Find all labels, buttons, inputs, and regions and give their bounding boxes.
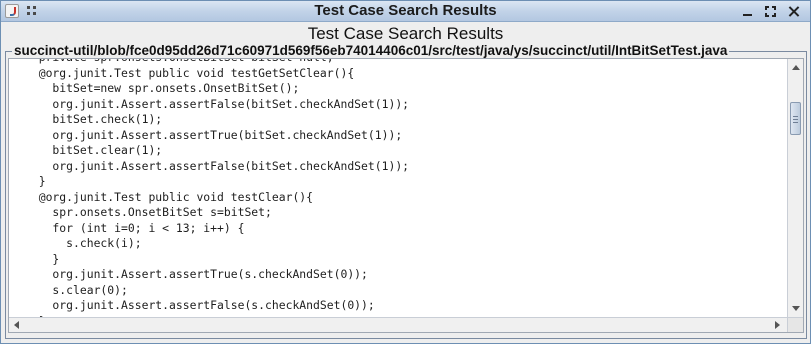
code-line: bitSet.check(1); bbox=[25, 112, 163, 126]
code-line: org.junit.Assert.assertFalse(bitSet.chec… bbox=[25, 96, 410, 111]
scroll-left-arrow-icon[interactable] bbox=[14, 321, 19, 329]
code-line: s.clear(0); bbox=[25, 282, 128, 297]
code-line: bitSet=new spr.onsets.OnsetBitSet(); bbox=[25, 81, 300, 95]
horizontal-scrollbar[interactable] bbox=[9, 317, 787, 332]
code-line: } bbox=[25, 251, 60, 266]
file-path-title: succinct-util/blob/fce0d95dd26d71c60971d… bbox=[12, 43, 730, 58]
code-line: org.junit.Assert.assertTrue(bitSet.check… bbox=[25, 127, 403, 142]
code-line: private spr.onsets.OnsetBitSet bitSet=nu… bbox=[9, 59, 787, 66]
scroll-down-arrow-icon[interactable] bbox=[792, 306, 800, 311]
close-icon[interactable] bbox=[787, 4, 802, 19]
minimize-icon[interactable] bbox=[740, 4, 755, 19]
vertical-scrollbar[interactable] bbox=[787, 59, 803, 317]
code-line: org.junit.Assert.assertFalse(s.checkAndS… bbox=[25, 298, 375, 312]
code-lines: private spr.onsets.OnsetBitSet bitSet=nu… bbox=[9, 59, 787, 329]
test-case-search-results-window: Test Case Search Results Test Case Searc… bbox=[0, 0, 811, 344]
results-heading: Test Case Search Results bbox=[307, 24, 504, 43]
code-line: s.check(i); bbox=[25, 236, 142, 250]
code-viewer[interactable]: private spr.onsets.OnsetBitSet bitSet=nu… bbox=[8, 58, 804, 333]
maximize-icon[interactable] bbox=[763, 4, 778, 19]
code-line: @org.junit.Test public void testGetSetCl… bbox=[25, 65, 355, 80]
code-line: @org.junit.Test public void testClear(){ bbox=[25, 189, 314, 204]
scroll-right-arrow-icon[interactable] bbox=[775, 321, 780, 329]
code-line: bitSet.clear(1); bbox=[25, 143, 163, 157]
scroll-up-arrow-icon[interactable] bbox=[792, 65, 800, 70]
code-line: for (int i=0; i < 13; i++) { bbox=[25, 220, 245, 235]
vertical-scroll-thumb[interactable] bbox=[790, 102, 801, 135]
window-title: Test Case Search Results bbox=[314, 2, 497, 19]
code-line: spr.onsets.OnsetBitSet s=bitSet; bbox=[25, 205, 272, 219]
code-line: org.junit.Assert.assertFalse(bitSet.chec… bbox=[25, 158, 410, 173]
code-line: org.junit.Assert.assertTrue(s.checkAndSe… bbox=[25, 267, 368, 281]
scrollbar-corner bbox=[787, 317, 803, 332]
code-line: } bbox=[25, 174, 46, 188]
title-bar[interactable]: Test Case Search Results bbox=[1, 1, 810, 22]
